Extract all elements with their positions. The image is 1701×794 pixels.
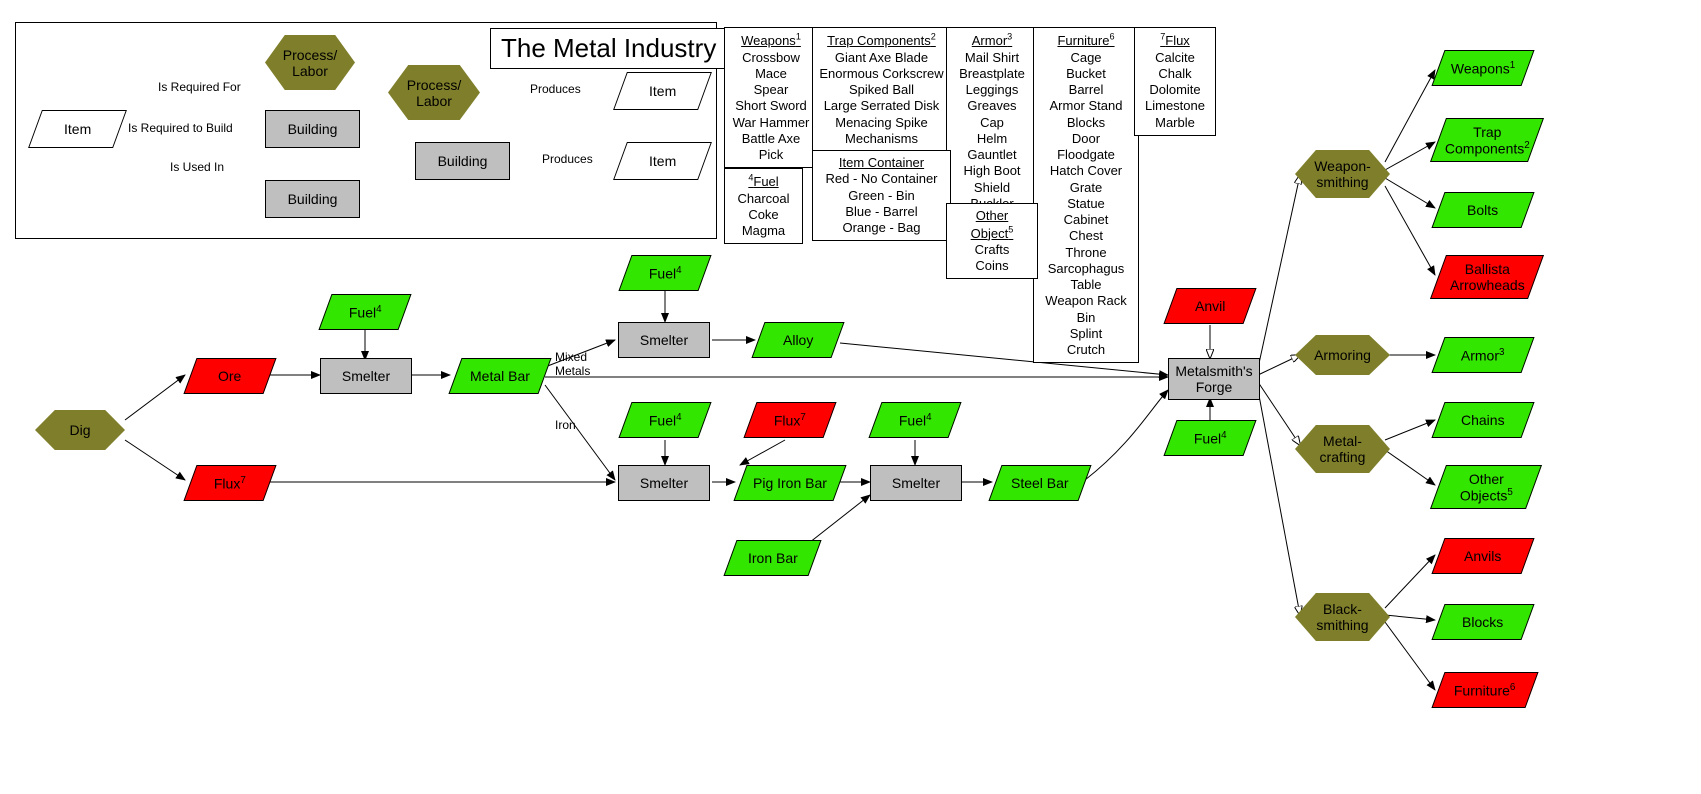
node-forge: Metalsmith's Forge [1168, 358, 1260, 400]
label-produces1: Produces [530, 82, 581, 96]
legend-item2: Item [613, 72, 712, 110]
out-anvils: Anvils [1431, 538, 1534, 574]
node-ore: Ore [183, 358, 276, 394]
label-iron: Iron [555, 418, 576, 432]
out-weapons: Weapons1 [1431, 50, 1534, 86]
node-alloy: Alloy [751, 322, 844, 358]
legend-building3: Building [415, 142, 510, 180]
label-mixed-metals: Mixed Metals [555, 350, 590, 378]
node-fuel1: Fuel4 [318, 294, 411, 330]
info-list: CrossbowMaceSpearShort SwordWar HammerBa… [733, 50, 810, 163]
node-steelbar: Steel Bar [988, 465, 1091, 501]
out-ballista: Ballista Arrowheads [1430, 255, 1544, 299]
info-flux: 7FluxCalciteChalkDolomiteLimestoneMarble [1134, 27, 1216, 136]
node-metalbar: Metal Bar [448, 358, 551, 394]
label-produces2: Produces [542, 152, 593, 166]
node-fuel3: Fuel4 [618, 402, 711, 438]
info-trap: Trap Components2Giant Axe BladeEnormous … [812, 27, 951, 152]
info-furniture: Furniture6CageBucketBarrelArmor StandBlo… [1033, 27, 1139, 363]
info-fuel: 4FuelCharcoalCokeMagma [724, 168, 803, 244]
label-used-in: Is Used In [170, 160, 224, 174]
out-furniture: Furniture6 [1431, 672, 1538, 708]
node-flux2: Flux7 [743, 402, 836, 438]
label-req-build: Is Required to Build [128, 121, 233, 135]
node-smelter3: Smelter [618, 465, 710, 501]
legend-building: Building [265, 110, 360, 148]
out-trap: Trap Components2 [1430, 118, 1544, 162]
out-chains: Chains [1431, 402, 1534, 438]
node-smelter2: Smelter [618, 322, 710, 358]
legend-building2: Building [265, 180, 360, 218]
out-bolts: Bolts [1431, 192, 1534, 228]
info-weapons: Weapons1CrossbowMaceSpearShort SwordWar … [724, 27, 818, 168]
legend-item: Item [28, 110, 127, 148]
node-fuel4: Fuel4 [868, 402, 961, 438]
info-container: Item ContainerRed - No ContainerGreen - … [812, 150, 951, 241]
diagram-canvas: The Metal Industry Item Process/ Labor B… [0, 0, 1701, 794]
out-armor: Armor3 [1431, 337, 1534, 373]
node-pigiron: Pig Iron Bar [733, 465, 846, 501]
node-smelter4: Smelter [870, 465, 962, 501]
diagram-title: The Metal Industry [490, 28, 727, 69]
node-fuel5: Fuel4 [1163, 420, 1256, 456]
node-ironbar: Iron Bar [723, 540, 821, 576]
node-smelter1: Smelter [320, 358, 412, 394]
out-other: Other Objects5 [1430, 465, 1542, 509]
info-armor: Armor3Mail ShirtBreastplateLeggingsGreav… [946, 27, 1038, 217]
info-other: Other Object5CraftsCoins [946, 203, 1038, 279]
node-flux: Flux7 [183, 465, 276, 501]
legend-item3: Item [613, 142, 712, 180]
node-fuel2: Fuel4 [618, 255, 711, 291]
label-req-for: Is Required For [158, 80, 241, 94]
node-anvil: Anvil [1163, 288, 1256, 324]
out-blocks: Blocks [1431, 604, 1534, 640]
